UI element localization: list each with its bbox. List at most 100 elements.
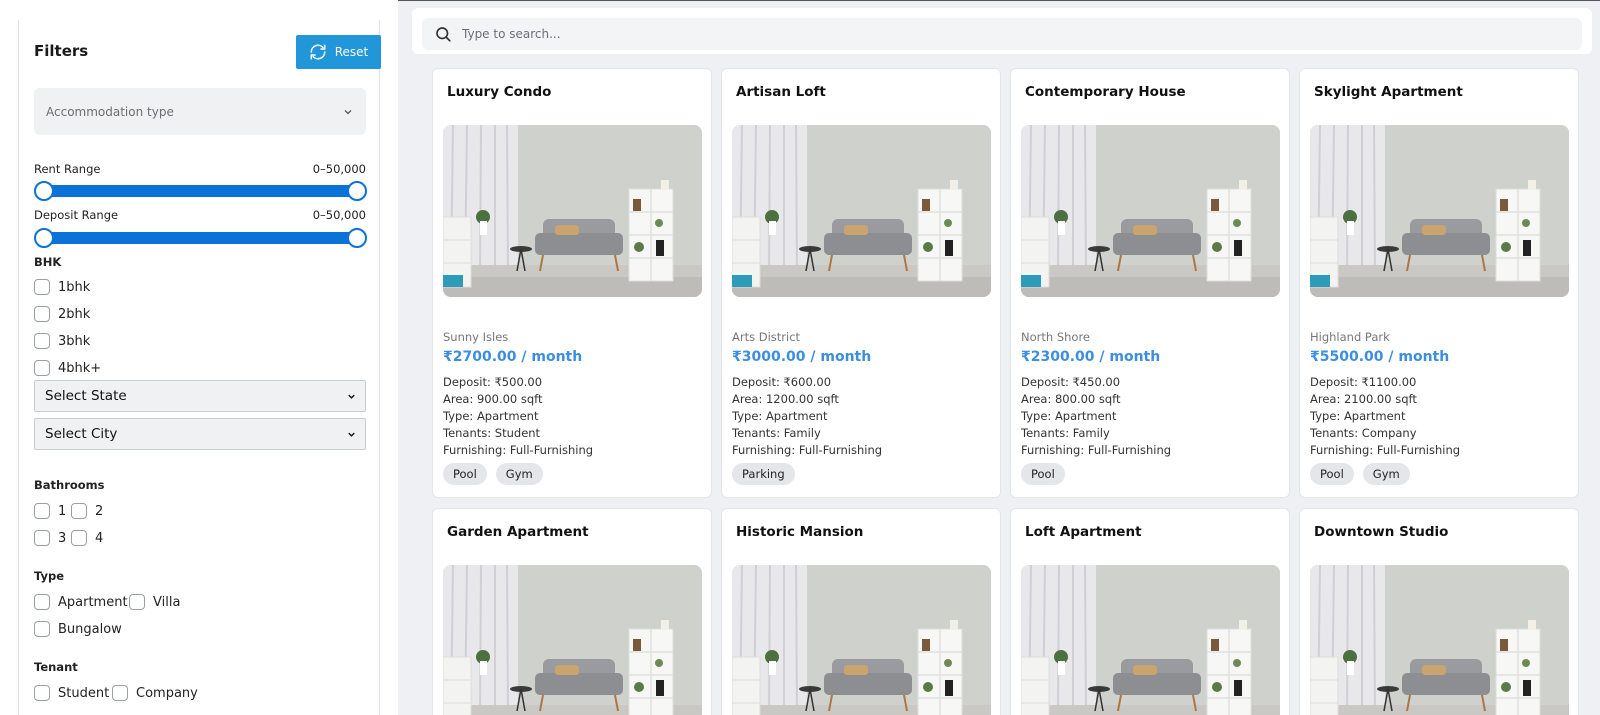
listing-title: Loft Apartment	[1025, 524, 1142, 540]
listing-card[interactable]: Luxury Condo Sunny Isles ₹2700.00 / mont…	[432, 68, 712, 498]
deposit-min-handle[interactable]	[34, 228, 54, 248]
checkbox[interactable]	[34, 503, 50, 519]
checkbox[interactable]	[34, 279, 50, 295]
listing-tenants: Tenants: Company	[1310, 426, 1417, 440]
search-input[interactable]	[462, 27, 1462, 41]
bhk-option-label: 4bhk+	[58, 360, 102, 376]
accommodation-type-select[interactable]: Accommodation type	[34, 88, 366, 135]
deposit-range-slider[interactable]	[34, 228, 367, 248]
listing-furnishing: Furnishing: Full-Furnishing	[1021, 443, 1172, 457]
listing-title: Garden Apartment	[447, 524, 589, 540]
listing-tenants: Tenants: Family	[732, 426, 821, 440]
listing-photo[interactable]	[1310, 125, 1569, 297]
type-option-label: Villa	[153, 594, 181, 610]
listing-card[interactable]: Contemporary House North Shore ₹2300.00 …	[1010, 68, 1290, 498]
bhk-option[interactable]: 1bhk	[34, 279, 90, 295]
checkbox[interactable]	[34, 685, 50, 701]
reset-label: Reset	[334, 45, 369, 59]
listing-title: Artisan Loft	[736, 84, 826, 100]
listing-area: Area: 2100.00 sqft	[1310, 392, 1417, 406]
rent-range-slider[interactable]	[34, 181, 367, 201]
amenity-tag: Parking	[732, 463, 795, 485]
checkbox[interactable]	[71, 530, 87, 546]
bhk-label: BHK	[34, 255, 62, 269]
listing-type: Type: Apartment	[443, 409, 539, 423]
listing-area: Area: 900.00 sqft	[443, 392, 543, 406]
listing-deposit: Deposit: ₹500.00	[443, 375, 543, 389]
search-container	[412, 8, 1592, 54]
bathroom-option[interactable]: 4	[71, 530, 103, 546]
amenity-tag: Pool	[1310, 463, 1354, 485]
deposit-max-handle[interactable]	[347, 228, 367, 248]
bathroom-option-label: 2	[95, 503, 104, 519]
checkbox[interactable]	[129, 594, 145, 610]
listing-card[interactable]: Garden Apartment	[432, 508, 712, 715]
listing-card[interactable]: Downtown Studio	[1299, 508, 1579, 715]
listing-location: North Shore	[1021, 330, 1090, 344]
type-label: Type	[34, 569, 65, 583]
listing-card[interactable]: Skylight Apartment Highland Park ₹5500.0…	[1299, 68, 1579, 498]
type-option-label: Bungalow	[58, 621, 122, 637]
search-bar[interactable]	[422, 18, 1582, 50]
rent-range-header: Rent Range 0–50,000	[34, 162, 366, 176]
listing-area: Area: 800.00 sqft	[1021, 392, 1121, 406]
rent-min-handle[interactable]	[34, 181, 54, 201]
rent-max-handle[interactable]	[347, 181, 367, 201]
listing-photo[interactable]	[1310, 565, 1569, 715]
tenant-option-label: Student	[58, 685, 110, 701]
listing-location: Sunny Isles	[443, 330, 509, 344]
city-select[interactable]: Select City	[34, 418, 366, 450]
listing-photo[interactable]	[443, 565, 702, 715]
chevron-down-icon	[348, 394, 355, 399]
amenities: Pool Gym	[443, 463, 543, 485]
listing-title: Downtown Studio	[1314, 524, 1449, 540]
listing-photo[interactable]	[1021, 565, 1280, 715]
checkbox[interactable]	[71, 503, 87, 519]
bathroom-option[interactable]: 2	[71, 503, 103, 519]
chevron-down-icon	[344, 109, 352, 114]
checkbox[interactable]	[112, 685, 128, 701]
tenant-option-label: Company	[136, 685, 198, 701]
listing-photo[interactable]	[732, 125, 991, 297]
listing-type: Type: Apartment	[1310, 409, 1406, 423]
listing-card[interactable]: Artisan Loft Arts District ₹3000.00 / mo…	[721, 68, 1001, 498]
bhk-option[interactable]: 2bhk	[34, 306, 90, 322]
listing-photo[interactable]	[443, 125, 702, 297]
state-select[interactable]: Select State	[34, 380, 366, 412]
type-option[interactable]: Apartment	[34, 594, 128, 610]
tenant-option[interactable]: Company	[112, 685, 198, 701]
amenity-tag: Gym	[495, 463, 543, 485]
checkbox[interactable]	[34, 360, 50, 376]
amenity-tag: Pool	[443, 463, 487, 485]
listing-photo[interactable]	[1021, 125, 1280, 297]
checkbox[interactable]	[34, 594, 50, 610]
type-option[interactable]: Bungalow	[34, 621, 122, 637]
checkbox[interactable]	[34, 530, 50, 546]
tenant-option[interactable]: Student	[34, 685, 109, 701]
chevron-down-icon	[348, 432, 355, 437]
checkbox[interactable]	[34, 621, 50, 637]
reset-button[interactable]: Reset	[296, 35, 381, 69]
listing-photo[interactable]	[732, 565, 991, 715]
bhk-option[interactable]: 4bhk+	[34, 360, 101, 376]
bathroom-option[interactable]: 3	[34, 530, 66, 546]
accommodation-placeholder: Accommodation type	[46, 104, 174, 119]
listing-price: ₹2300.00 / month	[1021, 349, 1161, 365]
amenity-tag: Pool	[1021, 463, 1065, 485]
amenities: Parking	[732, 463, 795, 485]
bhk-option[interactable]: 3bhk	[34, 333, 90, 349]
checkbox[interactable]	[34, 306, 50, 322]
bathroom-option-label: 4	[95, 530, 104, 546]
search-icon	[436, 27, 451, 42]
type-option[interactable]: Villa	[129, 594, 180, 610]
checkbox[interactable]	[34, 333, 50, 349]
listing-furnishing: Furnishing: Full-Furnishing	[443, 443, 594, 457]
listing-tenants: Tenants: Student	[443, 426, 541, 440]
listing-card[interactable]: Loft Apartment	[1010, 508, 1290, 715]
listing-location: Highland Park	[1310, 330, 1390, 344]
bathroom-option[interactable]: 1	[34, 503, 66, 519]
listing-card[interactable]: Historic Mansion	[721, 508, 1001, 715]
listing-price: ₹5500.00 / month	[1310, 349, 1450, 365]
listing-deposit: Deposit: ₹450.00	[1021, 375, 1121, 389]
deposit-range-value: 0–50,000	[312, 208, 366, 222]
